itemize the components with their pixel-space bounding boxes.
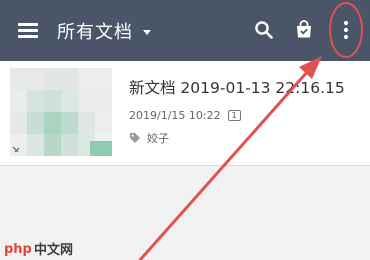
watermark-text: 中文网 [34, 242, 74, 258]
page-title: 所有文档 [57, 22, 133, 43]
tag-label: 姣子 [147, 132, 169, 145]
dropdown-caret-icon [143, 29, 151, 35]
php-logo-icon: php [4, 242, 31, 257]
more-vertical-icon[interactable] [336, 16, 356, 44]
page-count-badge: 1 [227, 109, 241, 121]
document-title: 新文档 2019-01-13 22:16.15 [129, 79, 345, 97]
folder-selector[interactable]: 所有文档 [57, 17, 151, 45]
tag-icon [130, 133, 140, 143]
document-date: 2019/1/15 10:22 [129, 108, 221, 122]
document-tag: 姣子 [129, 130, 169, 146]
top-app-bar: 所有文档 [0, 0, 370, 61]
svg-text:php: php [4, 242, 31, 257]
document-meta: 2019/1/15 10:22 1 [129, 108, 241, 122]
document-list: 新文档 2019-01-13 22:16.15 2019/1/15 10:22 … [0, 61, 370, 166]
document-thumbnail [10, 68, 112, 156]
menu-icon[interactable] [18, 21, 40, 39]
shopping-bag-icon[interactable] [293, 19, 315, 41]
search-icon[interactable] [253, 19, 275, 41]
list-item[interactable]: 新文档 2019-01-13 22:16.15 2019/1/15 10:22 … [0, 61, 370, 165]
watermark: php 中文网 [3, 238, 73, 258]
